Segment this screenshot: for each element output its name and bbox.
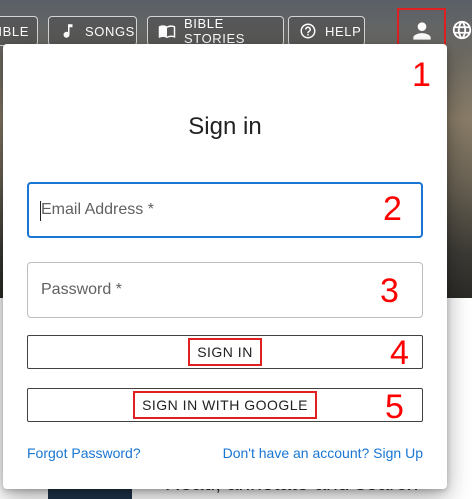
annotation-number-2: 2 (383, 190, 402, 228)
email-field-label: Email Address * (41, 201, 154, 218)
language-button[interactable] (450, 16, 472, 44)
nav-bible-stories-label: BIBLE STORIES (184, 16, 246, 46)
music-note-icon (63, 24, 73, 38)
nav-bible-label: IBLE (0, 23, 29, 39)
email-field[interactable]: Email Address * (27, 182, 423, 238)
annotation-number-4: 4 (390, 334, 409, 372)
sign-in-button-label: SIGN IN (188, 338, 262, 366)
annotation-number-3: 3 (380, 272, 399, 310)
password-field[interactable]: Password * (27, 262, 423, 318)
book-open-icon (158, 25, 176, 39)
nav-songs-label: SONGS (85, 23, 135, 39)
person-icon (412, 21, 431, 40)
sign-in-dialog: Sign in Email Address * Password * SIGN … (3, 44, 447, 489)
sign-up-link[interactable]: Don't have an account? Sign Up (223, 445, 423, 461)
globe-icon (452, 20, 472, 40)
forgot-password-link[interactable]: Forgot Password? (27, 445, 141, 461)
sign-in-button[interactable]: SIGN IN (27, 335, 423, 369)
annotation-number-1: 1 (412, 56, 431, 94)
sign-in-with-google-label: SIGN IN WITH GOOGLE (133, 391, 317, 419)
nav-help-button[interactable]: HELP (288, 16, 365, 46)
nav-bible-button[interactable]: IBLE (0, 16, 38, 46)
nav-bible-stories-button[interactable]: BIBLE STORIES (147, 16, 284, 46)
help-circle-icon (300, 23, 316, 39)
password-field-label: Password * (41, 281, 122, 298)
dialog-title: Sign in (188, 113, 262, 140)
annotation-number-5: 5 (385, 388, 404, 426)
nav-songs-button[interactable]: SONGS (48, 16, 137, 46)
nav-help-label: HELP (325, 23, 362, 39)
sign-in-with-google-button[interactable]: SIGN IN WITH GOOGLE (27, 388, 423, 422)
